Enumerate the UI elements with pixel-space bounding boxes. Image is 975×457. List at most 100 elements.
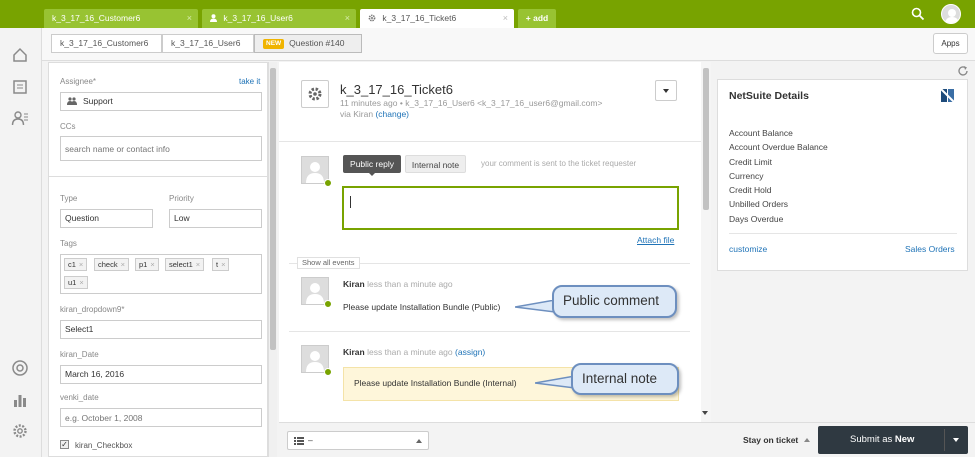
submit-button[interactable]: Submit as New: [818, 426, 968, 454]
event-body: Please update Installation Bundle (Inter…: [354, 378, 517, 388]
close-icon[interactable]: ×: [345, 9, 350, 28]
group-icon: [67, 94, 77, 105]
apps-button[interactable]: Apps: [933, 33, 968, 54]
netsuite-field: Account Overdue Balance: [729, 142, 828, 153]
priority-select[interactable]: Low: [169, 209, 262, 228]
help-icon[interactable]: [11, 359, 29, 377]
callout-pointer: [514, 299, 556, 314]
date-input[interactable]: March 16, 2016: [60, 365, 262, 384]
meta-separator: •: [399, 98, 403, 108]
macro-select[interactable]: –: [287, 431, 429, 450]
event-time: less than a minute ago: [367, 279, 453, 289]
dropdown-label: kiran_dropdown9*: [60, 305, 125, 314]
kiran-checkbox[interactable]: ✓: [60, 440, 69, 449]
close-icon[interactable]: ×: [221, 260, 225, 269]
ticket-via: via Kiran (change): [340, 109, 409, 119]
submit-status: New: [894, 434, 915, 445]
tag-chip[interactable]: check ×: [94, 258, 129, 271]
ticket-requester: k_3_17_16_User6 <k_3_17_16_user6@gmail.c…: [405, 98, 603, 108]
close-icon[interactable]: ×: [503, 9, 508, 28]
checkbox-label: kiran_Checkbox: [75, 441, 133, 450]
user-icon: [210, 10, 217, 22]
settings-icon[interactable]: [11, 422, 29, 440]
type-select[interactable]: Question: [60, 209, 153, 228]
attach-file-link[interactable]: Attach file: [637, 235, 674, 245]
ticket-options-dropdown[interactable]: [655, 80, 677, 101]
assign-link[interactable]: (assign): [455, 347, 485, 357]
tag-chip[interactable]: u1 ×: [64, 276, 88, 289]
event-header: Kiran less than a minute ago (assign): [343, 347, 485, 357]
ticket-gear-icon[interactable]: [301, 80, 329, 108]
status-badge: NEW: [263, 39, 285, 49]
customize-link[interactable]: customize: [729, 244, 767, 254]
reporting-icon[interactable]: [11, 391, 29, 409]
author-avatar: [301, 345, 332, 376]
close-icon[interactable]: ×: [79, 260, 83, 269]
stay-on-ticket-label: Stay on ticket: [743, 435, 799, 445]
venki-date-label: venki_date: [60, 393, 99, 402]
user-avatar[interactable]: [941, 4, 961, 24]
tag-chip[interactable]: t ×: [212, 258, 230, 271]
tag-chip[interactable]: p1 ×: [135, 258, 159, 271]
properties-scrollbar[interactable]: [268, 62, 277, 457]
breadcrumb-customer[interactable]: k_3_17_16_Customer6: [51, 34, 162, 53]
tags-field[interactable]: [60, 254, 262, 294]
change-link[interactable]: (change): [375, 109, 409, 119]
refresh-icon[interactable]: [957, 65, 969, 77]
tab-ticket[interactable]: k_3_17_16_Ticket6 ×: [360, 9, 514, 28]
assignee-label: Assignee*: [60, 77, 97, 86]
divider: [944, 429, 945, 451]
search-icon[interactable]: [911, 7, 925, 21]
close-icon[interactable]: ×: [79, 278, 83, 287]
chevron-down-icon[interactable]: [953, 438, 959, 442]
ticket-time: 11 minutes ago: [340, 98, 398, 108]
breadcrumb-ticket[interactable]: NEW Question #140: [254, 34, 362, 53]
stay-on-ticket-toggle[interactable]: Stay on ticket: [743, 435, 810, 445]
sales-orders-link[interactable]: Sales Orders: [905, 244, 955, 254]
chevron-up-icon: [803, 438, 810, 442]
netsuite-title: NetSuite Details: [729, 90, 809, 102]
close-icon[interactable]: ×: [150, 260, 154, 269]
close-icon[interactable]: ×: [187, 9, 192, 28]
macro-value: –: [308, 435, 313, 445]
tab-customer[interactable]: k_3_17_16_Customer6 ×: [44, 9, 198, 28]
home-icon[interactable]: [11, 46, 29, 64]
internal-note-button[interactable]: Internal note: [405, 155, 466, 173]
close-icon[interactable]: ×: [121, 260, 125, 269]
event-author[interactable]: Kiran: [343, 279, 365, 289]
add-tab-button[interactable]: + add: [518, 9, 556, 28]
ccs-input[interactable]: [60, 136, 262, 161]
comment-textarea[interactable]: [342, 186, 679, 230]
divider: [289, 331, 690, 332]
netsuite-field: Credit Hold: [729, 185, 772, 196]
via-text: via Kiran: [340, 109, 374, 119]
public-reply-button[interactable]: Public reply: [343, 155, 401, 173]
netsuite-fields: Account Balance Account Overdue Balance …: [729, 126, 828, 226]
pointer-caret: [368, 172, 376, 176]
take-it-link[interactable]: take it: [239, 77, 260, 86]
netsuite-field: Account Balance: [729, 128, 793, 138]
netsuite-logo: [939, 87, 956, 104]
venki-date-input[interactable]: [60, 408, 262, 427]
event-header: Kiran less than a minute ago: [343, 279, 453, 289]
tag-chip[interactable]: c1 ×: [64, 258, 88, 271]
close-icon[interactable]: ×: [196, 260, 200, 269]
author-status-dot: [324, 368, 332, 376]
event-author[interactable]: Kiran: [343, 347, 365, 357]
ccs-label: CCs: [60, 122, 76, 131]
breadcrumb-user[interactable]: k_3_17_16_User6: [162, 34, 254, 53]
type-label: Type: [60, 194, 78, 203]
show-all-events-button[interactable]: Show all events: [297, 257, 360, 269]
submit-label: Submit as New: [850, 426, 914, 454]
netsuite-field: Days Overdue: [729, 213, 784, 224]
dropdown-select[interactable]: Select1: [60, 320, 262, 339]
conversation-scrollbar[interactable]: [701, 62, 711, 422]
tab-user[interactable]: k_3_17_16_User6 ×: [202, 9, 356, 28]
tags-label: Tags: [60, 239, 77, 248]
tag-chip[interactable]: select1 ×: [165, 258, 205, 271]
customers-icon[interactable]: [11, 109, 29, 127]
divider: [729, 233, 957, 234]
scroll-down-arrow[interactable]: [702, 411, 708, 415]
assignee-field[interactable]: Support: [60, 92, 262, 111]
views-icon[interactable]: [11, 78, 29, 96]
